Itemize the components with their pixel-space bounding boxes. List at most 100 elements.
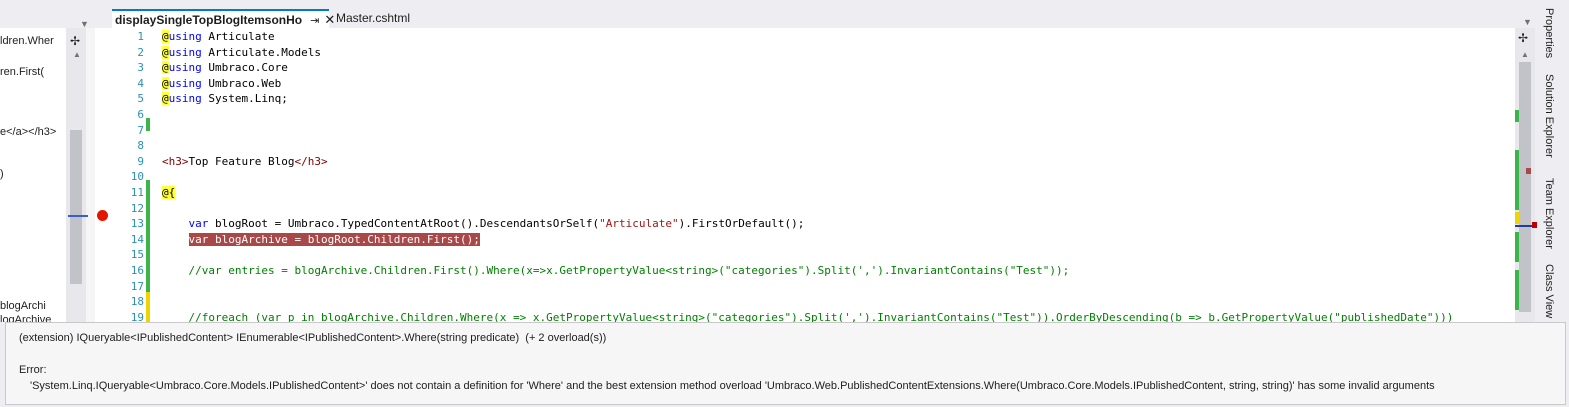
change-marker bbox=[146, 118, 150, 131]
left-code-line: e</a></h3> bbox=[0, 126, 57, 138]
split-icon[interactable]: ✢ bbox=[70, 34, 80, 48]
left-code-line: ldren.Wher bbox=[0, 35, 54, 47]
code-token: @ bbox=[162, 92, 169, 106]
code-line[interactable]: @using System.Linq; bbox=[162, 92, 288, 106]
breakpoint-icon[interactable] bbox=[97, 210, 108, 221]
code-token: <h3> bbox=[162, 154, 189, 168]
code-token: @ bbox=[162, 30, 169, 43]
code-token: ).FirstOrDefault(); bbox=[678, 217, 805, 231]
code-line[interactable]: <h3>Top Feature Blog</h3> bbox=[162, 155, 328, 168]
breakpoint-margin[interactable] bbox=[95, 28, 110, 322]
line-number: 18 bbox=[130, 295, 144, 309]
code-token: @{ bbox=[162, 186, 176, 199]
change-marker bbox=[146, 222, 150, 278]
line-number: 19 bbox=[130, 310, 144, 322]
dropdown-icon[interactable]: ▼ bbox=[80, 19, 89, 29]
tab-display-single-top-blog[interactable]: displaySingleTopBlogItemsonHo ⇥ ✕ bbox=[112, 9, 335, 29]
overview-unsaved-marker bbox=[1515, 212, 1519, 224]
code-line[interactable]: var blogRoot = Umbraco.TypedContentAtRoo… bbox=[162, 217, 805, 231]
tool-tab-class-view[interactable]: Class View bbox=[1543, 264, 1555, 318]
left-code-line: logArchive bbox=[0, 314, 52, 322]
code-token: Umbraco.Core bbox=[201, 61, 288, 75]
tab-label: Master.cshtml bbox=[336, 11, 411, 25]
code-token: System.Linq; bbox=[201, 92, 288, 106]
code-token: using bbox=[168, 30, 202, 43]
code-token: using bbox=[168, 45, 202, 59]
code-token: Umbraco.Web bbox=[201, 76, 282, 90]
code-token: "Articulate" bbox=[599, 217, 679, 231]
code-token: blogRoot = Umbraco.TypedContentAtRoot().… bbox=[208, 217, 600, 231]
pin-icon[interactable]: ⇥ bbox=[310, 14, 319, 27]
line-number: 17 bbox=[130, 279, 144, 293]
left-editor-pane: ldren.Wher ren.First( e</a></h3> ) blogA… bbox=[0, 0, 95, 322]
code-token: @ bbox=[162, 61, 169, 75]
left-code-line: blogArchi bbox=[0, 300, 46, 312]
line-number: 5 bbox=[137, 92, 144, 106]
close-icon[interactable]: ✕ bbox=[324, 12, 335, 28]
overview-change-marker bbox=[1515, 150, 1519, 210]
code-token: //foreach (var p in blogArchive.Children… bbox=[162, 310, 1454, 322]
line-number: 1 bbox=[137, 30, 144, 43]
overview-change-marker bbox=[1515, 232, 1519, 262]
code-token: using bbox=[168, 76, 202, 90]
code-token: //var entries = blogArchive.Children.Fir… bbox=[162, 264, 1070, 277]
code-token: Articulate bbox=[201, 30, 275, 43]
line-number: 3 bbox=[137, 61, 144, 75]
code-token: using bbox=[168, 61, 202, 75]
code-line[interactable]: @using Umbraco.Web bbox=[162, 76, 282, 90]
code-token: @ bbox=[162, 45, 169, 59]
tab-label: displaySingleTopBlogItemsonHo bbox=[115, 13, 303, 27]
error-message: 'System.Linq.IQueryable<Umbraco.Core.Mod… bbox=[30, 380, 1435, 392]
left-marker-bar bbox=[86, 28, 95, 322]
scroll-up-icon[interactable]: ▲ bbox=[73, 50, 81, 59]
tool-tab-solution-explorer[interactable]: Solution Explorer bbox=[1543, 74, 1555, 158]
method-signature: (extension) IQueryable<IPublishedContent… bbox=[19, 332, 607, 344]
line-number: 10 bbox=[130, 170, 144, 184]
line-number: 2 bbox=[137, 45, 144, 59]
line-number: 13 bbox=[130, 217, 144, 231]
code-line[interactable]: var blogArchive = blogRoot.Children.Firs… bbox=[162, 232, 480, 246]
code-line[interactable]: @using Umbraco.Core bbox=[162, 61, 288, 75]
left-code-line: ) bbox=[0, 168, 4, 180]
code-token: @ bbox=[162, 76, 169, 90]
line-number: 6 bbox=[137, 108, 144, 121]
code-editor[interactable]: 123456789101112131415161718192021 @using… bbox=[110, 28, 1535, 322]
line-number: 12 bbox=[130, 201, 144, 215]
tab-overflow-dropdown-icon[interactable]: ▼ bbox=[1523, 17, 1532, 27]
change-marker bbox=[146, 278, 150, 292]
line-number: 9 bbox=[137, 154, 144, 168]
overview-change-marker bbox=[1515, 110, 1519, 122]
tab-master-cshtml[interactable]: Master.cshtml bbox=[336, 11, 410, 25]
line-number: 14 bbox=[130, 232, 144, 246]
quickinfo-tooltip: (extension) IQueryable<IPublishedContent… bbox=[5, 322, 1566, 405]
left-scrollbar-thumb[interactable] bbox=[70, 130, 82, 284]
code-line[interactable]: //var entries = blogArchive.Children.Fir… bbox=[162, 264, 1069, 277]
line-number: 15 bbox=[130, 248, 144, 262]
code-token: </h3> bbox=[294, 154, 328, 168]
code-line[interactable]: @using Articulate bbox=[162, 30, 275, 43]
code-token: var blogArchive = blogRoot.Children.Firs… bbox=[188, 232, 480, 246]
error-label: Error: bbox=[19, 364, 47, 376]
code-token: Articulate.Models bbox=[201, 45, 321, 59]
overview-highlight-marker bbox=[1526, 168, 1531, 174]
tool-tab-team-explorer[interactable]: Team Explorer bbox=[1543, 178, 1555, 249]
scroll-up-icon[interactable]: ▲ bbox=[1521, 50, 1529, 59]
line-number: 7 bbox=[137, 123, 144, 137]
tool-tab-properties[interactable]: Properties bbox=[1543, 8, 1555, 58]
change-marker bbox=[146, 180, 150, 222]
code-line[interactable]: @using Articulate.Models bbox=[162, 45, 321, 59]
code-line[interactable]: @{ bbox=[162, 186, 176, 199]
code-line[interactable]: //foreach (var p in blogArchive.Children… bbox=[162, 311, 1453, 322]
code-token: var bbox=[188, 217, 209, 231]
left-code-line: ren.First( bbox=[0, 66, 44, 78]
line-number: 8 bbox=[137, 139, 144, 153]
line-number: 16 bbox=[130, 264, 144, 277]
line-number: 4 bbox=[137, 76, 144, 90]
editor-scrollbar-thumb[interactable] bbox=[1519, 62, 1531, 312]
breakpoint-overview-marker bbox=[1532, 222, 1537, 228]
split-icon[interactable]: ✢ bbox=[1518, 31, 1528, 45]
code-token: using bbox=[168, 92, 202, 106]
unsaved-change-marker bbox=[146, 292, 150, 322]
